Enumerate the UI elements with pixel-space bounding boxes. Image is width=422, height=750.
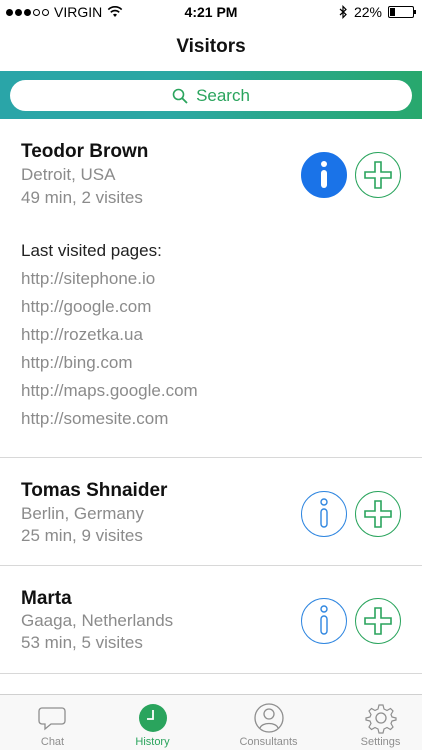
visited-page-link[interactable]: http://google.com bbox=[21, 297, 151, 317]
tab-label: Consultants bbox=[239, 736, 298, 748]
info-icon bbox=[321, 161, 327, 188]
visitor-location: Gaaga, Netherlands bbox=[21, 611, 174, 630]
status-bar: VIRGIN 4:21 PM 22% bbox=[0, 0, 422, 24]
visitor-name: Marta bbox=[21, 588, 72, 609]
info-icon bbox=[320, 605, 328, 635]
visited-page-link[interactable]: http://bing.com bbox=[21, 353, 133, 373]
info-button[interactable] bbox=[301, 491, 347, 537]
visitor-stats: 53 min, 5 visites bbox=[21, 633, 143, 652]
chat-bubble-icon bbox=[37, 707, 66, 731]
status-right: 22% bbox=[339, 4, 416, 20]
info-icon bbox=[320, 498, 328, 528]
visitor-location: Berlin, Germany bbox=[21, 504, 144, 523]
bluetooth-icon bbox=[339, 5, 347, 19]
plus-icon bbox=[364, 500, 392, 528]
battery-fill bbox=[390, 8, 395, 16]
plus-icon bbox=[364, 161, 392, 189]
info-button[interactable] bbox=[301, 152, 347, 198]
search-icon bbox=[172, 88, 188, 104]
info-button[interactable] bbox=[301, 598, 347, 644]
gear-icon bbox=[364, 704, 397, 734]
tab-label: History bbox=[135, 736, 170, 748]
visited-page-link[interactable]: http://maps.google.com bbox=[21, 381, 198, 401]
visitor-row[interactable]: Tomas Shnaider Berlin, Germany 25 min, 9… bbox=[0, 458, 422, 566]
add-button[interactable] bbox=[355, 598, 401, 644]
person-icon bbox=[253, 703, 284, 733]
add-button[interactable] bbox=[355, 491, 401, 537]
add-button[interactable] bbox=[355, 152, 401, 198]
visitor-name: Teodor Brown bbox=[21, 141, 149, 162]
plus-icon bbox=[364, 607, 392, 635]
tab-chat[interactable]: Chat bbox=[0, 695, 105, 750]
last-visited-title: Last visited pages: bbox=[21, 241, 162, 260]
tab-label: Chat bbox=[40, 736, 65, 748]
tab-history[interactable]: History bbox=[100, 695, 205, 750]
search-bar-container: Search bbox=[0, 71, 422, 119]
search-input[interactable]: Search bbox=[10, 80, 412, 111]
visitor-location: Detroit, USA bbox=[21, 165, 116, 184]
search-label: Search bbox=[196, 85, 250, 105]
visited-page-link[interactable]: http://sitephone.io bbox=[21, 269, 155, 289]
battery-icon bbox=[388, 6, 416, 18]
clock-icon bbox=[138, 704, 167, 732]
visitor-stats: 49 min, 2 visites bbox=[21, 188, 143, 207]
page-title: Visitors bbox=[176, 36, 246, 57]
visitor-stats: 25 min, 9 visites bbox=[21, 526, 143, 545]
tab-bar: Chat History Consultants Settings bbox=[0, 694, 422, 750]
tab-settings[interactable]: Settings bbox=[328, 695, 422, 750]
visitor-row[interactable]: Marta Gaaga, Netherlands 53 min, 5 visit… bbox=[0, 566, 422, 674]
visitor-row[interactable]: Teodor Brown Detroit, USA 49 min, 2 visi… bbox=[0, 119, 422, 458]
tab-label: Settings bbox=[360, 736, 401, 748]
visited-page-link[interactable]: http://somesite.com bbox=[21, 409, 168, 429]
battery-percent: 22% bbox=[353, 4, 382, 20]
tab-consultants[interactable]: Consultants bbox=[216, 695, 321, 750]
visited-page-link[interactable]: http://rozetka.ua bbox=[21, 325, 143, 345]
visitor-name: Tomas Shnaider bbox=[21, 480, 168, 501]
